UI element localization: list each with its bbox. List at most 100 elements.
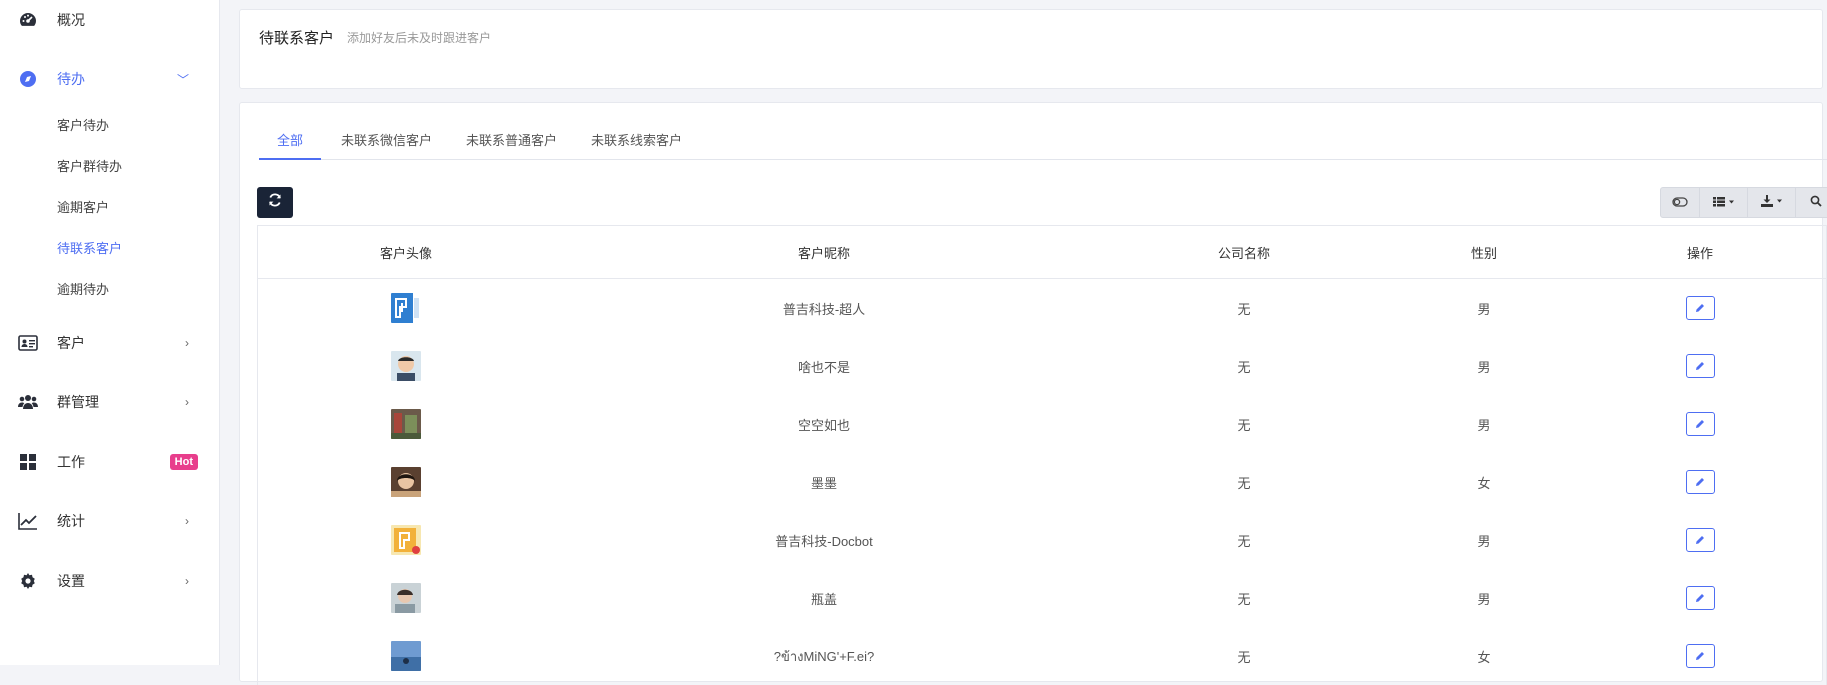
chevron-down-icon: ﹀	[176, 72, 189, 87]
hot-badge: Hot	[169, 454, 198, 470]
actions-cell	[1574, 337, 1826, 395]
table-row: 普吉科技-超人 无 男	[258, 279, 1826, 337]
edit-button[interactable]	[1685, 296, 1715, 320]
tab-all[interactable]: 全部	[259, 123, 322, 160]
table-row: 空空如也 无 男	[258, 395, 1826, 453]
compass-icon	[18, 69, 38, 89]
avatar	[391, 641, 421, 671]
chevron-right-icon: ›	[185, 395, 189, 409]
table-row: 墨墨 无 女	[258, 453, 1826, 511]
column-header-nickname: 客户昵称	[797, 245, 850, 261]
avatar	[391, 467, 421, 497]
edit-button[interactable]	[1685, 586, 1715, 610]
export-button[interactable]	[1748, 187, 1796, 218]
search-button[interactable]	[1796, 187, 1827, 218]
toggle-view-button[interactable]	[1660, 187, 1700, 218]
nickname-cell: 啥也不是	[797, 359, 850, 375]
gender-cell: 女	[1477, 649, 1491, 665]
main-content-card: 全部 未联系微信客户 未联系普通客户 未联系线索客户 客户头像 客户昵称 公司名…	[239, 102, 1827, 685]
columns-button[interactable]	[1700, 187, 1748, 218]
avatar-cell	[258, 569, 554, 627]
avatar-cell	[258, 511, 554, 569]
column-header-actions: 操作	[1686, 245, 1713, 261]
sidebar-item-statistics[interactable]: 统计 ›	[0, 501, 219, 541]
nickname-cell: 空空如也	[797, 417, 850, 433]
edit-button[interactable]	[1685, 644, 1715, 668]
company-cell: 无	[1237, 301, 1251, 317]
table-row: 瓶盖 无 男	[258, 569, 1826, 627]
table-row: 啥也不是 无 男	[258, 337, 1826, 395]
refresh-icon	[268, 193, 282, 212]
avatar	[391, 293, 421, 323]
company-cell: 无	[1237, 649, 1251, 665]
sidebar-item-label: 统计	[57, 513, 85, 529]
gender-cell: 男	[1477, 533, 1491, 549]
avatar	[391, 351, 421, 381]
table-row: ?ข้างMiNG'+F.ei? 无 女	[258, 627, 1826, 685]
toggle-icon	[1672, 194, 1688, 212]
gender-cell: 男	[1477, 359, 1491, 375]
pencil-icon	[1695, 591, 1705, 606]
sidebar: 概况 待办 ﹀ 客户待办 客户群待办 逾期客户 待联系客户 逾期待办 客户 › …	[0, 0, 220, 665]
users-icon	[18, 392, 38, 412]
tab-uncontacted-normal[interactable]: 未联系普通客户	[448, 123, 575, 160]
sidebar-item-work[interactable]: 工作 Hot	[0, 442, 219, 482]
chevron-right-icon: ›	[185, 514, 189, 528]
avatar	[391, 525, 421, 555]
actions-cell	[1574, 279, 1826, 337]
sidebar-item-customer[interactable]: 客户 ›	[0, 323, 219, 363]
pencil-icon	[1695, 475, 1705, 490]
company-cell: 无	[1237, 533, 1251, 549]
edit-button[interactable]	[1685, 412, 1715, 436]
actions-cell	[1574, 569, 1826, 627]
company-cell: 无	[1237, 475, 1251, 491]
sidebar-subitem-group-todo[interactable]: 客户群待办	[57, 156, 122, 175]
pencil-icon	[1695, 533, 1705, 548]
sidebar-subitem-customer-todo[interactable]: 客户待办	[57, 115, 109, 134]
edit-button[interactable]	[1685, 528, 1715, 552]
company-cell: 无	[1237, 359, 1251, 375]
avatar-cell	[258, 627, 554, 685]
pencil-icon	[1695, 417, 1705, 432]
id-card-icon	[18, 333, 38, 353]
edit-button[interactable]	[1685, 354, 1715, 378]
chevron-right-icon: ›	[185, 336, 189, 350]
refresh-button[interactable]	[257, 187, 293, 218]
avatar	[391, 409, 421, 439]
gender-cell: 男	[1477, 417, 1491, 433]
sidebar-item-label: 设置	[57, 573, 85, 589]
sidebar-item-settings[interactable]: 设置 ›	[0, 561, 219, 601]
nickname-cell: 普吉科技-超人	[782, 301, 866, 317]
sidebar-item-group-management[interactable]: 群管理 ›	[0, 382, 219, 422]
sidebar-item-label: 群管理	[57, 394, 99, 410]
actions-cell	[1574, 395, 1826, 453]
page-subtitle: 添加好友后未及时跟进客户	[347, 31, 492, 45]
sidebar-subitem-pending-contact[interactable]: 待联系客户	[57, 238, 122, 257]
table-row: 普吉科技-Docbot 无 男	[258, 511, 1826, 569]
pencil-icon	[1695, 301, 1705, 316]
sidebar-subitem-overdue-customer[interactable]: 逾期客户	[57, 197, 109, 216]
edit-button[interactable]	[1685, 470, 1715, 494]
nickname-cell: ?ข้างMiNG'+F.ei?	[773, 648, 875, 664]
avatar-cell	[258, 337, 554, 395]
column-header-avatar: 客户头像	[379, 245, 432, 261]
download-icon	[1760, 194, 1783, 212]
pencil-icon	[1695, 649, 1705, 664]
avatar-cell	[258, 453, 554, 511]
gender-cell: 男	[1477, 591, 1491, 607]
column-header-company: 公司名称	[1217, 245, 1270, 261]
chart-line-icon	[18, 511, 38, 531]
sidebar-item-todo[interactable]: 待办 ﹀	[0, 59, 219, 99]
search-icon	[1810, 194, 1822, 212]
column-header-gender: 性别	[1470, 245, 1497, 261]
sidebar-item-label: 概况	[57, 12, 85, 28]
chevron-right-icon: ›	[185, 574, 189, 588]
tab-uncontacted-wechat[interactable]: 未联系微信客户	[323, 123, 450, 160]
sidebar-item-label: 客户	[57, 335, 85, 351]
sidebar-subitem-overdue-todo[interactable]: 逾期待办	[57, 279, 109, 298]
sidebar-item-label: 工作	[57, 454, 85, 470]
gender-cell: 男	[1477, 301, 1491, 317]
nickname-cell: 普吉科技-Docbot	[775, 533, 873, 549]
tab-uncontacted-lead[interactable]: 未联系线索客户	[573, 123, 700, 160]
sidebar-item-overview[interactable]: 概况	[0, 0, 219, 40]
